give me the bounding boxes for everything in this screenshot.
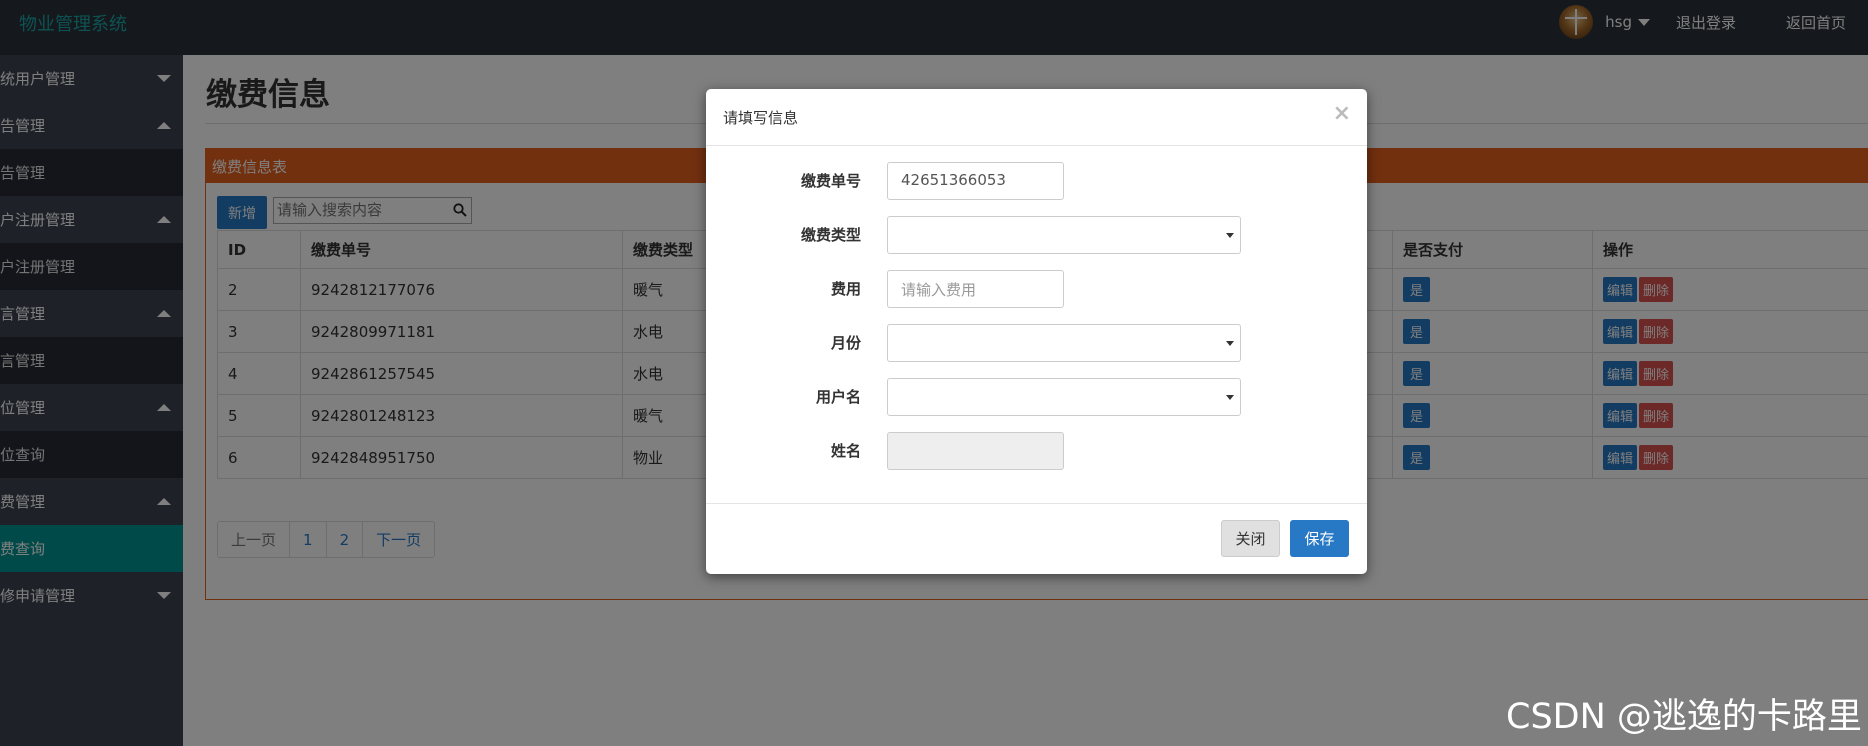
- field-label: 缴费单号: [800, 172, 861, 190]
- info-modal: 请填写信息 × 缴费单号 42651366053 缴费类型 费用 请输入费用 月…: [706, 89, 1367, 574]
- payment-type-select[interactable]: [887, 216, 1241, 254]
- field-label: 缴费类型: [800, 226, 861, 244]
- form-row-user: 用户名: [706, 378, 1367, 416]
- username-select[interactable]: [887, 378, 1241, 416]
- chevron-down-icon: [1226, 233, 1234, 238]
- month-select[interactable]: [887, 324, 1241, 362]
- name-field: [887, 432, 1064, 470]
- modal-title: 请填写信息: [723, 109, 799, 127]
- fee-field[interactable]: 请输入费用: [887, 270, 1064, 308]
- chevron-down-icon: [1226, 395, 1234, 400]
- payment-no-field[interactable]: 42651366053: [887, 162, 1064, 200]
- field-label: 费用: [830, 280, 861, 298]
- watermark: CSDN @逃逸的卡路里: [1506, 697, 1862, 737]
- form-row-type: 缴费类型: [706, 216, 1367, 254]
- save-button[interactable]: 保存: [1290, 520, 1349, 557]
- chevron-down-icon: [1226, 341, 1234, 346]
- modal-footer: 关闭 保存: [706, 503, 1367, 574]
- close-icon[interactable]: ×: [1333, 101, 1351, 126]
- form-row-month: 月份: [706, 324, 1367, 362]
- field-label: 姓名: [830, 442, 861, 460]
- field-label: 月份: [830, 334, 861, 352]
- form-row-no: 缴费单号 42651366053: [706, 162, 1367, 200]
- close-button[interactable]: 关闭: [1221, 520, 1280, 557]
- form-row-fee: 费用 请输入费用: [706, 270, 1367, 308]
- form-row-name: 姓名: [706, 432, 1367, 470]
- modal-header: 请填写信息 ×: [706, 89, 1367, 146]
- field-label: 用户名: [815, 388, 861, 406]
